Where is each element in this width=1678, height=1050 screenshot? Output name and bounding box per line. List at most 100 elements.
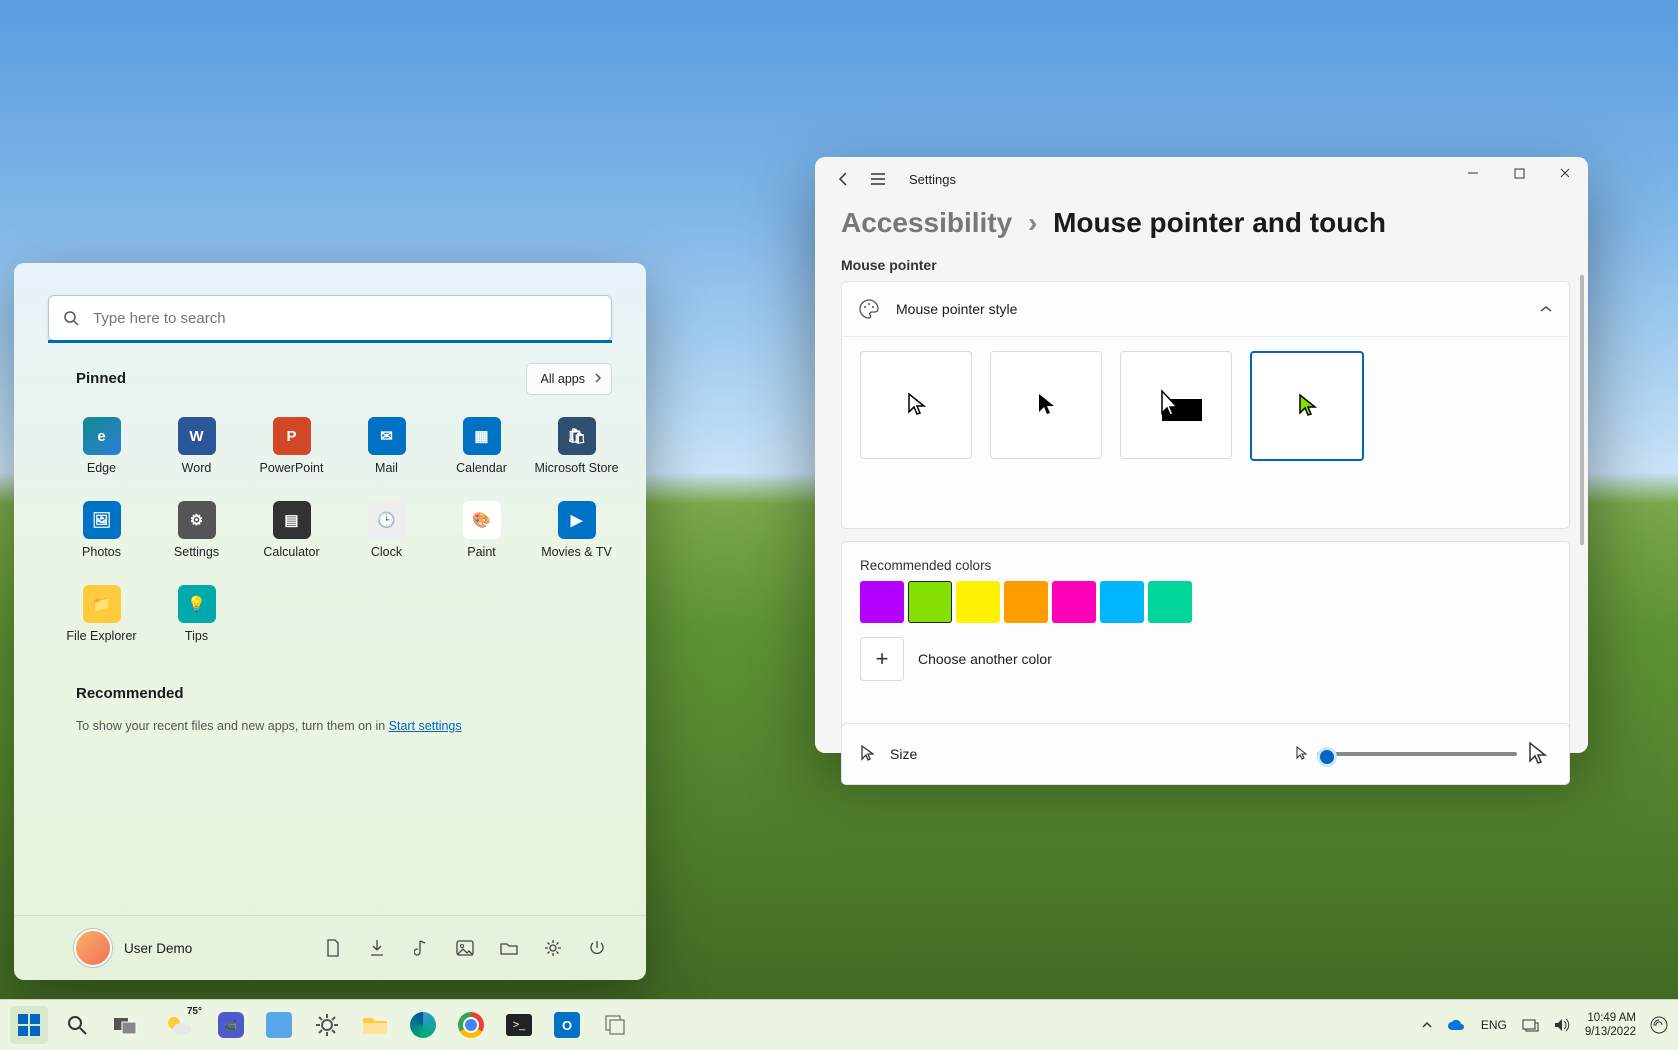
settings-icon[interactable]: [544, 939, 562, 957]
app-label: Photos: [82, 545, 121, 559]
user-name[interactable]: User Demo: [124, 941, 192, 956]
app-icon: ⚙: [178, 501, 216, 539]
taskbar-terminal[interactable]: >_: [500, 1006, 538, 1044]
pinned-app-photos[interactable]: 🖼Photos: [54, 495, 149, 579]
tray-overflow-icon[interactable]: [1421, 1020, 1433, 1030]
taskbar-settings[interactable]: [308, 1006, 346, 1044]
close-button[interactable]: [1542, 157, 1588, 189]
size-slider[interactable]: [1317, 752, 1517, 756]
system-tray: ENG 10:49 AM 9/13/2022: [1421, 1011, 1668, 1039]
language-indicator[interactable]: ENG: [1481, 1018, 1507, 1032]
search-box[interactable]: [48, 295, 612, 341]
all-apps-button[interactable]: All apps: [526, 363, 612, 395]
maximize-button[interactable]: [1496, 157, 1542, 189]
chevron-right-icon: [593, 371, 603, 385]
taskbar-outlook[interactable]: O: [548, 1006, 586, 1044]
app-label: Microsoft Store: [534, 461, 618, 475]
pointer-style-options: [842, 337, 1569, 461]
pointer-style-label: Mouse pointer style: [896, 301, 1017, 317]
taskbar-explorer[interactable]: [356, 1006, 394, 1044]
pointer-style-header[interactable]: Mouse pointer style: [842, 282, 1569, 337]
app-icon: e: [83, 417, 121, 455]
taskbar-taskview[interactable]: [106, 1006, 144, 1044]
app-label: Calendar: [456, 461, 507, 475]
pinned-app-microsoft-store[interactable]: 🛍Microsoft Store: [529, 411, 624, 495]
pointer-style-white[interactable]: [860, 351, 972, 459]
cursor-small-icon: [860, 745, 874, 763]
app-icon: 📁: [83, 585, 121, 623]
palette-icon: [858, 298, 880, 320]
cursor-max-icon: [1527, 741, 1547, 767]
music-icon[interactable]: [412, 939, 430, 957]
settings-window: Settings Accessibility › Mouse pointer a…: [815, 157, 1588, 753]
breadcrumb: Accessibility › Mouse pointer and touch: [841, 207, 1386, 239]
pointer-style-inverted[interactable]: [1120, 351, 1232, 459]
app-icon: P: [273, 417, 311, 455]
slider-thumb[interactable]: [1317, 747, 1337, 767]
start-button[interactable]: [10, 1006, 48, 1044]
pinned-app-settings[interactable]: ⚙Settings: [149, 495, 244, 579]
downloads-icon[interactable]: [368, 939, 386, 957]
pinned-app-paint[interactable]: 🎨Paint: [434, 495, 529, 579]
taskbar-teams[interactable]: 📹: [212, 1006, 250, 1044]
pinned-app-movies-tv[interactable]: ▶Movies & TV: [529, 495, 624, 579]
pinned-app-powerpoint[interactable]: PPowerPoint: [244, 411, 339, 495]
color-swatch[interactable]: [908, 581, 952, 623]
weather-temp: 75°: [187, 1006, 202, 1017]
notifications-icon[interactable]: [1650, 1016, 1668, 1034]
pointer-style-custom[interactable]: [1250, 351, 1364, 461]
pictures-icon[interactable]: [456, 939, 474, 957]
taskbar-app[interactable]: [596, 1006, 634, 1044]
pinned-app-word[interactable]: WWord: [149, 411, 244, 495]
taskbar-weather[interactable]: 75°: [154, 1006, 202, 1044]
volume-icon[interactable]: [1553, 1017, 1571, 1033]
search-input[interactable]: [91, 309, 597, 328]
color-swatch[interactable]: [1004, 581, 1048, 623]
pinned-app-edge[interactable]: eEdge: [54, 411, 149, 495]
network-icon[interactable]: [1521, 1017, 1539, 1033]
taskbar-search[interactable]: [58, 1006, 96, 1044]
documents-icon[interactable]: [324, 939, 342, 957]
pinned-app-clock[interactable]: 🕒Clock: [339, 495, 434, 579]
breadcrumb-parent[interactable]: Accessibility: [841, 207, 1012, 238]
back-button[interactable]: [835, 170, 853, 188]
file-explorer-icon[interactable]: [500, 939, 518, 957]
app-label: Paint: [467, 545, 496, 559]
taskbar-edge[interactable]: [404, 1006, 442, 1044]
app-icon: ▶: [558, 501, 596, 539]
scrollbar[interactable]: [1580, 275, 1584, 545]
search-icon: [63, 310, 79, 326]
pinned-app-tips[interactable]: 💡Tips: [149, 579, 244, 663]
pinned-apps-grid: eEdgeWWordPPowerPoint✉Mail▦Calendar🛍Micr…: [54, 411, 629, 663]
start-footer: User Demo: [14, 915, 646, 980]
pinned-app-calendar[interactable]: ▦Calendar: [434, 411, 529, 495]
clock[interactable]: 10:49 AM 9/13/2022: [1585, 1011, 1636, 1039]
pointer-style-black[interactable]: [990, 351, 1102, 459]
choose-color-button[interactable]: +: [860, 637, 904, 681]
color-swatch[interactable]: [860, 581, 904, 623]
power-icon[interactable]: [588, 939, 606, 957]
choose-color-label: Choose another color: [918, 651, 1052, 667]
recommended-colors-label: Recommended colors: [860, 558, 1551, 573]
taskbar-feedback[interactable]: [260, 1006, 298, 1044]
pinned-app-calculator[interactable]: ▤Calculator: [244, 495, 339, 579]
menu-button[interactable]: [869, 170, 887, 188]
color-swatch[interactable]: [1100, 581, 1144, 623]
app-label: Clock: [371, 545, 402, 559]
all-apps-label: All apps: [541, 372, 585, 386]
minimize-button[interactable]: [1450, 157, 1496, 189]
color-swatch[interactable]: [1052, 581, 1096, 623]
pinned-app-file-explorer[interactable]: 📁File Explorer: [54, 579, 149, 663]
pinned-app-mail[interactable]: ✉Mail: [339, 411, 434, 495]
color-swatch[interactable]: [956, 581, 1000, 623]
start-settings-link[interactable]: Start settings: [389, 719, 462, 733]
app-icon: 💡: [178, 585, 216, 623]
size-label: Size: [890, 746, 917, 762]
user-avatar[interactable]: [74, 929, 112, 967]
onedrive-icon[interactable]: [1447, 1018, 1467, 1032]
pointer-style-panel: Mouse pointer style: [841, 281, 1570, 529]
color-swatch[interactable]: [1148, 581, 1192, 623]
taskbar-chrome[interactable]: [452, 1006, 490, 1044]
chevron-up-icon: [1539, 304, 1553, 314]
recommended-colors-panel: Recommended colors + Choose another colo…: [841, 541, 1570, 743]
